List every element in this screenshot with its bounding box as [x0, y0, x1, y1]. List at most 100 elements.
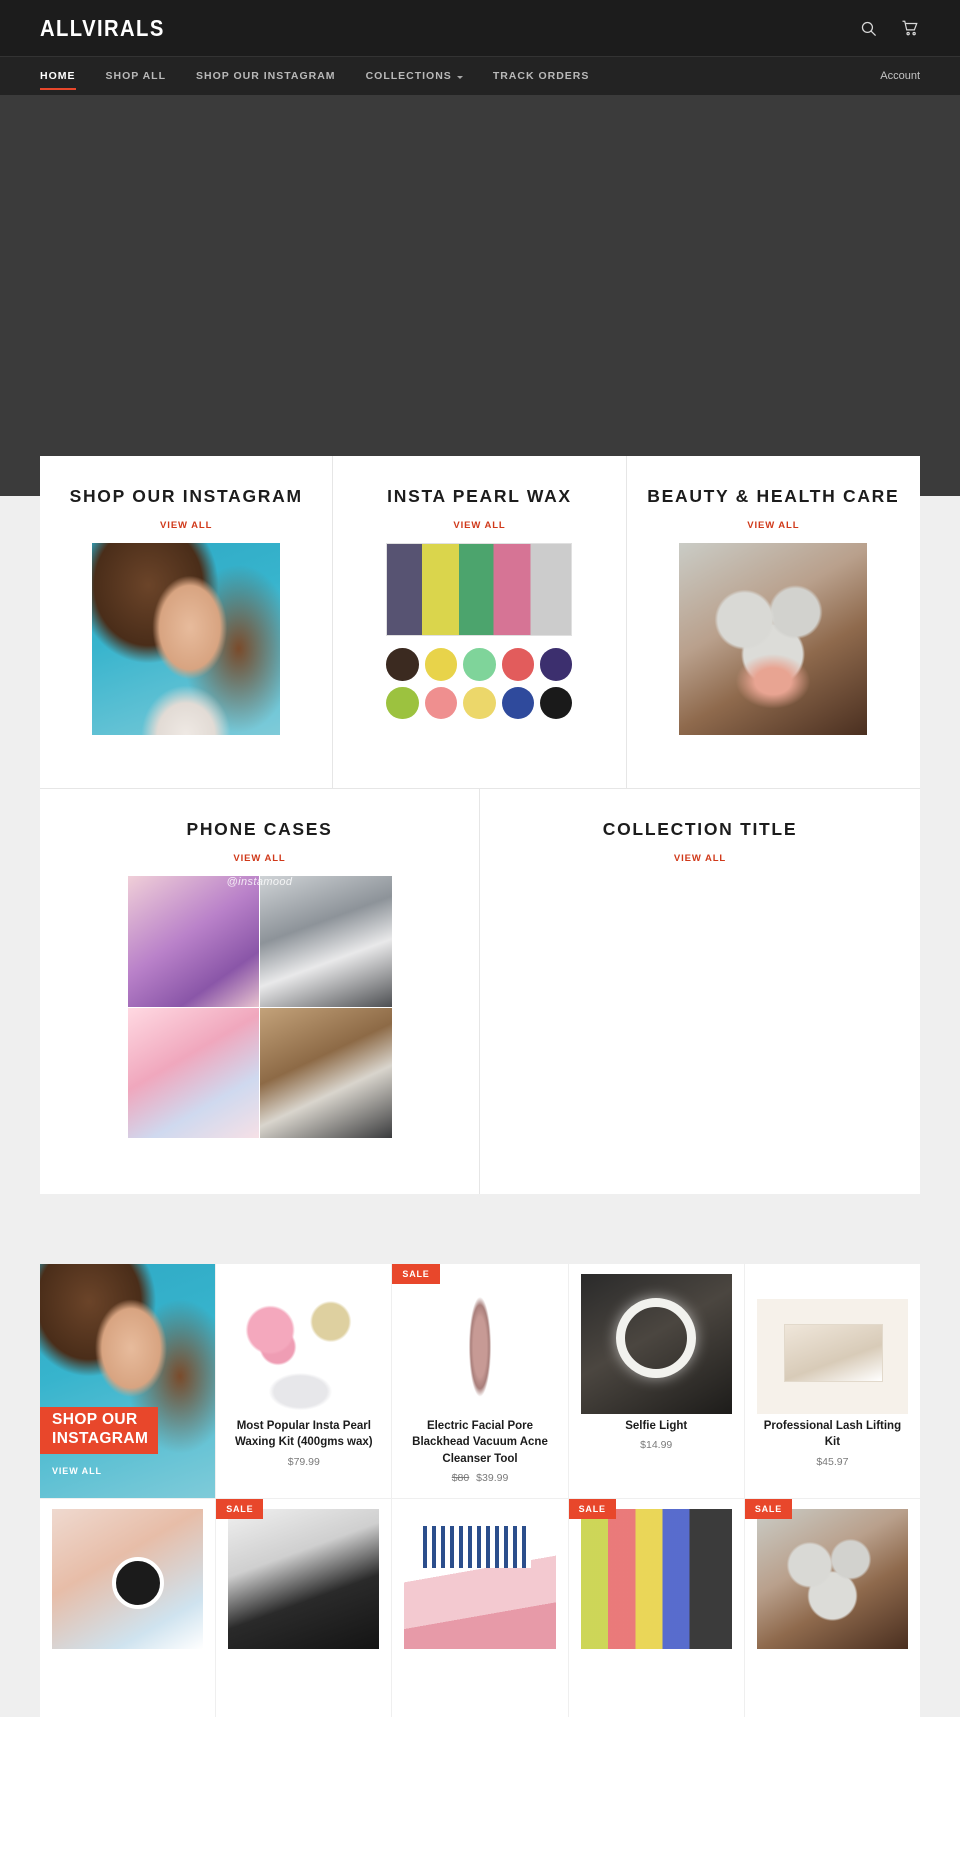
product-grid: SHOP OUR INSTAGRAM VIEW ALL Most Popular…: [40, 1264, 921, 1717]
product-price-current: $39.99: [476, 1471, 509, 1484]
wax-swatch: [463, 686, 496, 719]
product-image: [745, 1264, 920, 1414]
cart-icon[interactable]: [900, 18, 920, 38]
product-card[interactable]: Most Popular Insta Pearl Waxing Kit (400…: [216, 1264, 392, 1498]
product-card[interactable]: SALE: [568, 1498, 744, 1717]
nav-item-home[interactable]: HOME: [40, 57, 76, 95]
product-image: [569, 1264, 744, 1414]
product-card[interactable]: SALE: [216, 1498, 392, 1717]
wax-color-swatches: [386, 648, 573, 719]
product-price-current: $45.97: [816, 1455, 849, 1468]
collection-view-all-link[interactable]: VIEW ALL: [160, 520, 212, 531]
collection-image-phone-cases: @instamood: [127, 876, 392, 1139]
nav-label: COLLECTIONS: [365, 70, 452, 82]
promo-tile-shop-our-instagram[interactable]: SHOP OUR INSTAGRAM VIEW ALL: [40, 1264, 216, 1498]
status-badge-sale: SALE: [216, 1498, 264, 1519]
collection-card-beauty-health-care[interactable]: BEAUTY & HEALTH CARE VIEW ALL: [626, 456, 920, 788]
status-badge-sale: SALE: [392, 1264, 440, 1284]
product-info: Electric Facial Pore Blackhead Vacuum Ac…: [392, 1414, 567, 1498]
product-card[interactable]: Selfie Light $14.99: [568, 1264, 744, 1498]
product-image: [40, 1499, 215, 1649]
product-card[interactable]: [392, 1498, 568, 1717]
product-price: $80 $39.99: [406, 1472, 553, 1484]
product-title: Most Popular Insta Pearl Waxing Kit (400…: [235, 1420, 373, 1449]
product-image: [745, 1499, 920, 1649]
hero-banner[interactable]: [0, 95, 960, 496]
collection-title: PHONE CASES: [186, 819, 333, 839]
nav-item-shop-all[interactable]: SHOP ALL: [106, 57, 167, 95]
collection-row-1: SHOP OUR INSTAGRAM VIEW ALL INSTA PEARL …: [40, 456, 920, 788]
site-logo[interactable]: ALLVIRALS: [40, 15, 165, 42]
search-icon[interactable]: [858, 18, 878, 38]
product-image: [216, 1264, 391, 1414]
product-price-original: $80: [451, 1471, 470, 1484]
nav-label: HOME: [40, 70, 76, 82]
product-image: [569, 1499, 744, 1649]
wax-swatch: [501, 648, 535, 681]
nav-item-collections[interactable]: COLLECTIONS: [366, 57, 463, 95]
product-title: Professional Lash Lifting Kit: [763, 1420, 902, 1449]
product-info: Professional Lash Lifting Kit $45.97: [745, 1414, 920, 1482]
collection-card-shop-our-instagram[interactable]: SHOP OUR INSTAGRAM VIEW ALL: [40, 456, 334, 788]
product-card[interactable]: Professional Lash Lifting Kit $45.97: [744, 1264, 921, 1498]
nav-label: SHOP OUR INSTAGRAM: [196, 70, 336, 82]
status-badge-sale: SALE: [568, 1498, 616, 1519]
product-card[interactable]: SALE Electric Facial Pore Blackhead Vacu…: [392, 1264, 568, 1498]
product-card[interactable]: [40, 1498, 216, 1717]
phone-case-thumb: [127, 876, 259, 1007]
product-price: $79.99: [230, 1456, 377, 1468]
collection-title: COLLECTION TITLE: [602, 819, 798, 839]
collection-list-section: SHOP OUR INSTAGRAM VIEW ALL INSTA PEARL …: [0, 456, 960, 1264]
collection-view-all-link[interactable]: VIEW ALL: [453, 520, 505, 531]
promo-heading: SHOP OUR INSTAGRAM: [40, 1407, 159, 1454]
promo-inner: SHOP OUR INSTAGRAM VIEW ALL: [40, 1264, 216, 1498]
collection-image-foam-face: [679, 543, 868, 736]
account-link[interactable]: Account: [880, 57, 920, 95]
collection-card-insta-pearl-wax[interactable]: INSTA PEARL WAX VIEW ALL: [333, 456, 627, 788]
collection-view-all-link[interactable]: VIEW ALL: [674, 853, 726, 864]
collection-row-2: PHONE CASES VIEW ALL @instamood COLLECTI…: [40, 788, 920, 1194]
collection-title: SHOP OUR INSTAGRAM: [69, 486, 303, 506]
product-image: [392, 1264, 567, 1414]
collection-view-all-link[interactable]: VIEW ALL: [233, 853, 285, 864]
collection-image-wax-bags: [386, 543, 573, 637]
collection-view-all-link[interactable]: VIEW ALL: [747, 520, 799, 531]
nav-list: HOME SHOP ALL SHOP OUR INSTAGRAM COLLECT…: [40, 57, 619, 95]
main-navigation: HOME SHOP ALL SHOP OUR INSTAGRAM COLLECT…: [0, 56, 960, 95]
product-price-current: $79.99: [287, 1455, 320, 1468]
nav-item-shop-our-instagram[interactable]: SHOP OUR INSTAGRAM: [196, 57, 336, 95]
promo-line-2: INSTAGRAM: [52, 1430, 149, 1448]
product-info: Selfie Light $14.99: [569, 1414, 744, 1465]
promo-view-all-link[interactable]: VIEW ALL: [52, 1466, 102, 1476]
phone-case-thumb: [260, 1007, 392, 1139]
wax-swatch: [501, 686, 535, 719]
nav-label: SHOP ALL: [105, 70, 167, 82]
header-icon-group: [858, 18, 920, 38]
product-row-1: SHOP OUR INSTAGRAM VIEW ALL Most Popular…: [40, 1264, 921, 1498]
nav-item-track-orders[interactable]: TRACK ORDERS: [493, 57, 590, 95]
collection-title: BEAUTY & HEALTH CARE: [647, 486, 900, 506]
collection-grid: SHOP OUR INSTAGRAM VIEW ALL INSTA PEARL …: [40, 456, 920, 1194]
wax-swatch: [540, 686, 573, 719]
product-card[interactable]: SALE: [744, 1498, 921, 1717]
collection-image-instagram-model: [92, 543, 281, 736]
wax-swatch: [463, 648, 496, 681]
collection-card-phone-cases[interactable]: PHONE CASES VIEW ALL @instamood: [40, 789, 480, 1194]
phone-case-thumb: [260, 876, 392, 1007]
collection-title: INSTA PEARL WAX: [387, 486, 572, 506]
product-price-current: $14.99: [640, 1439, 673, 1452]
product-title: Electric Facial Pore Blackhead Vacuum Ac…: [412, 1420, 548, 1465]
product-info: Most Popular Insta Pearl Waxing Kit (400…: [216, 1414, 391, 1482]
wax-swatch: [424, 648, 458, 681]
chevron-down-icon: [456, 75, 463, 79]
wax-swatch: [540, 648, 573, 681]
wax-swatch: [386, 648, 419, 681]
phone-case-thumb: [127, 1007, 259, 1139]
product-price: $45.97: [759, 1456, 906, 1468]
collection-card-collection-title[interactable]: COLLECTION TITLE VIEW ALL: [480, 789, 920, 1194]
product-price: $14.99: [583, 1439, 730, 1451]
wax-swatch: [424, 686, 458, 719]
status-badge-sale: SALE: [744, 1498, 793, 1519]
wax-swatch: [386, 686, 419, 719]
nav-label: TRACK ORDERS: [492, 70, 590, 82]
